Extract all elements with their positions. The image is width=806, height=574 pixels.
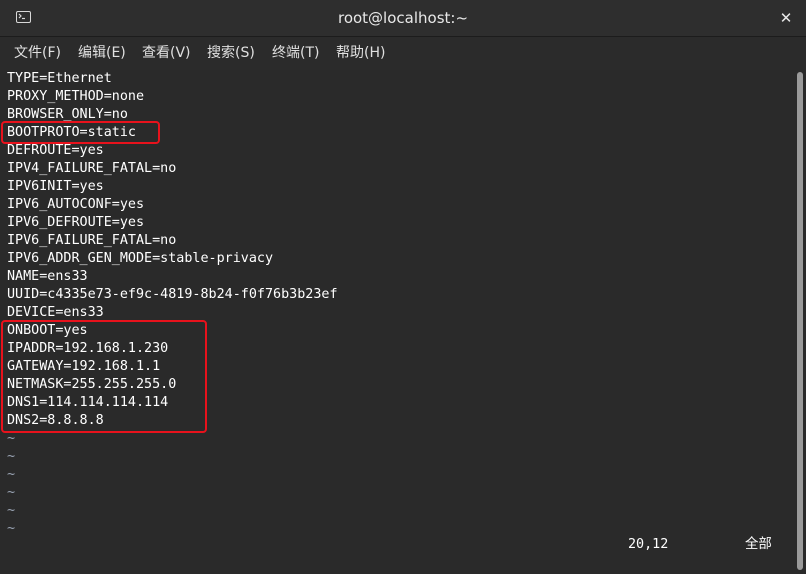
menu-help[interactable]: 帮助(H) — [336, 37, 385, 70]
menu-bar: 文件(F) 编辑(E) 查看(V) 搜索(S) 终端(T) 帮助(H) — [0, 37, 806, 70]
terminal-content[interactable]: TYPE=Ethernet PROXY_METHOD=none BROWSER_… — [0, 70, 794, 574]
empty-line-tilde: ~ — [7, 485, 16, 500]
config-line-ipv6init: IPV6INIT=yes — [7, 179, 104, 194]
terminal-window: root@localhost:~ ✕ 文件(F) 编辑(E) 查看(V) 搜索(… — [0, 0, 806, 574]
config-line-ipv6-defroute: IPV6_DEFROUTE=yes — [7, 215, 145, 230]
highlight-box-bootproto — [1, 121, 160, 144]
menu-file[interactable]: 文件(F) — [14, 37, 61, 70]
config-line-proxy-method: PROXY_METHOD=none — [7, 89, 145, 104]
cursor-position: 20,12 — [628, 537, 669, 552]
config-line-defroute: DEFROUTE=yes — [7, 143, 104, 158]
window-title: root@localhost:~ — [337, 9, 469, 27]
empty-line-tilde: ~ — [7, 467, 16, 482]
title-bar[interactable]: root@localhost:~ ✕ — [0, 0, 806, 37]
close-icon[interactable]: ✕ — [776, 8, 796, 28]
config-line-name: NAME=ens33 — [7, 269, 88, 284]
empty-line-tilde: ~ — [7, 503, 16, 518]
menu-view[interactable]: 查看(V) — [142, 37, 191, 70]
highlight-box-network-settings — [1, 320, 207, 433]
scrollbar[interactable] — [794, 70, 806, 574]
menu-terminal[interactable]: 终端(T) — [272, 37, 319, 70]
menu-edit[interactable]: 编辑(E) — [78, 37, 126, 70]
config-line-ipv4-failure-fatal: IPV4_FAILURE_FATAL=no — [7, 161, 177, 176]
config-line-ipv6-addr-gen-mode: IPV6_ADDR_GEN_MODE=stable-privacy — [7, 251, 274, 266]
scrollbar-thumb[interactable] — [797, 72, 803, 570]
config-line-ipv6-autoconf: IPV6_AUTOCONF=yes — [7, 197, 145, 212]
scroll-indicator: 全部 — [745, 537, 772, 552]
empty-line-tilde: ~ — [7, 449, 16, 464]
menu-search[interactable]: 搜索(S) — [207, 37, 255, 70]
config-line-uuid: UUID=c4335e73-ef9c-4819-8b24-f0f76b3b23e… — [7, 287, 338, 302]
empty-line-tilde: ~ — [7, 521, 16, 536]
config-line-ipv6-failure-fatal: IPV6_FAILURE_FATAL=no — [7, 233, 177, 248]
config-line-type: TYPE=Ethernet — [7, 71, 112, 86]
